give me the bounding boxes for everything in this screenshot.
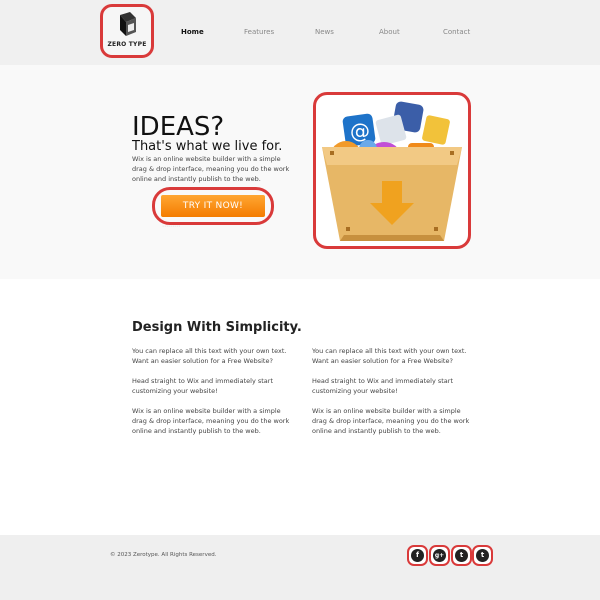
tumblr-icon: t xyxy=(476,549,489,562)
site-footer: © 2023 Zerotype. All Rights Reserved. f … xyxy=(0,535,600,600)
paragraph: Wix is an online website builder with a … xyxy=(132,407,290,435)
paragraph: Wix is an online website builder with a … xyxy=(312,407,470,435)
nav-about[interactable]: About xyxy=(379,28,400,36)
hero-description: Wix is an online website builder with a … xyxy=(132,155,290,183)
nav-contact[interactable]: Contact xyxy=(443,28,470,36)
site-header: ZERO TYPE Home Features News About Conta… xyxy=(0,0,600,65)
logo-icon xyxy=(120,12,136,36)
logo[interactable]: ZERO TYPE xyxy=(100,4,154,58)
box-of-social-icons-icon: @ @ xyxy=(322,101,462,241)
facebook-icon: f xyxy=(411,549,424,562)
paragraph: You can replace all this text with your … xyxy=(132,347,287,365)
google-plus-button[interactable]: g+ xyxy=(429,545,450,566)
hero-title: IDEAS? xyxy=(132,112,225,142)
hero-subtitle: That's what we live for. xyxy=(132,139,283,154)
paragraph: Head straight to Wix and immediately sta… xyxy=(132,377,273,395)
logo-text: ZERO TYPE xyxy=(107,41,147,48)
section-title: Design With Simplicity. xyxy=(132,320,302,335)
cta-highlight: TRY IT NOW! xyxy=(152,187,274,225)
try-it-now-button[interactable]: TRY IT NOW! xyxy=(161,195,265,217)
tumblr-button[interactable]: t xyxy=(472,545,493,566)
hero-section: IDEAS? That's what we live for. Wix is a… xyxy=(0,65,600,279)
hero-image[interactable]: @ @ xyxy=(313,92,471,249)
right-column: You can replace all this text with your … xyxy=(312,346,477,446)
twitter-icon: t xyxy=(455,549,468,562)
svg-text:@: @ xyxy=(350,119,370,143)
google-plus-icon: g+ xyxy=(433,549,446,562)
left-column: You can replace all this text with your … xyxy=(132,346,297,446)
facebook-button[interactable]: f xyxy=(407,545,428,566)
paragraph: You can replace all this text with your … xyxy=(312,347,467,365)
paragraph: Head straight to Wix and immediately sta… xyxy=(312,377,453,395)
twitter-button[interactable]: t xyxy=(451,545,472,566)
nav-news[interactable]: News xyxy=(315,28,334,36)
nav-home[interactable]: Home xyxy=(181,28,204,36)
copyright-text: © 2023 Zerotype. All Rights Reserved. xyxy=(110,552,217,558)
nav-features[interactable]: Features xyxy=(244,28,274,36)
cta-faint-text: ⋯⋯⋯ xyxy=(162,223,180,230)
